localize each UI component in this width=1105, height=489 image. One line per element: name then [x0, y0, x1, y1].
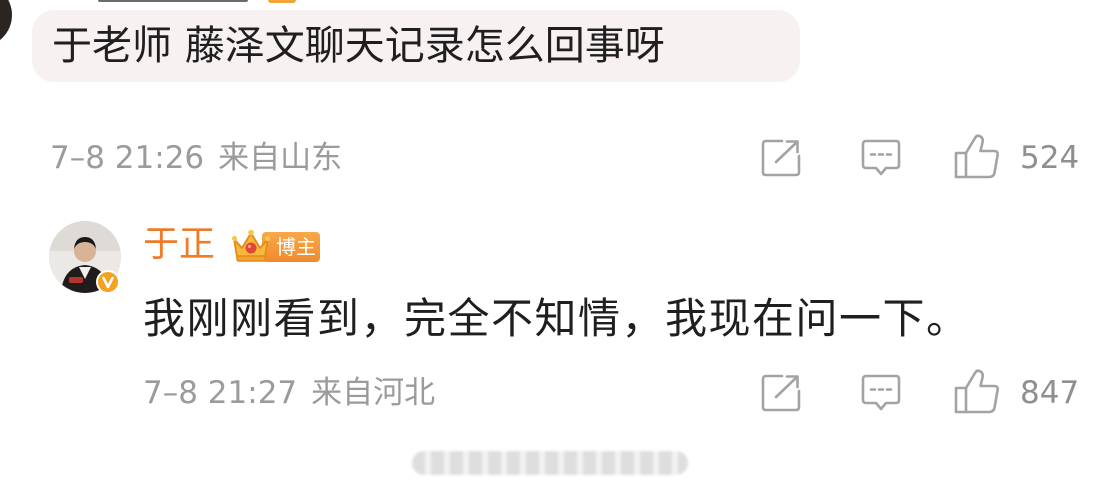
comment-share-button[interactable]	[760, 138, 802, 178]
comment-text: 于老师 藤泽文聊天记录怎么回事呀	[52, 23, 665, 69]
cropped-commenter-badge	[268, 0, 296, 3]
comment-reply-button[interactable]	[860, 138, 902, 178]
verified-badge	[95, 269, 121, 295]
crown-icon	[231, 229, 271, 262]
comment-icon	[861, 139, 901, 176]
commenter-avatar[interactable]	[0, 0, 12, 47]
reply-like-count: 847	[1020, 375, 1080, 411]
reply-reply-button[interactable]	[860, 373, 902, 413]
comment-meta: 7–8 21:26 来自山东	[50, 140, 342, 176]
reply-text: 我刚刚看到，完全不知情，我现在问一下。	[143, 294, 970, 343]
like-icon	[954, 369, 999, 414]
reply-like-button[interactable]	[953, 368, 1001, 416]
crown-badge	[231, 226, 271, 266]
watermark	[412, 451, 688, 475]
comment-icon	[861, 374, 901, 411]
comment-location: 来自山东	[218, 140, 343, 176]
cropped-commenter-name	[98, 0, 248, 2]
verified-badge-icon	[96, 270, 120, 294]
reply-share-button[interactable]	[760, 373, 802, 413]
reply-time: 7–8 21:27	[143, 375, 298, 411]
like-icon	[954, 134, 999, 179]
reply-meta: 7–8 21:27 来自河北	[143, 375, 435, 411]
share-icon	[761, 139, 801, 177]
reply-username[interactable]: 于正	[143, 225, 215, 265]
reply-location: 来自河北	[311, 375, 436, 411]
comment-like-button[interactable]	[953, 133, 1001, 181]
comment-bubble: 于老师 藤泽文聊天记录怎么回事呀	[32, 10, 800, 82]
author-badge-label: 博主	[276, 235, 316, 259]
comment-time: 7–8 21:26	[50, 140, 205, 176]
share-icon	[761, 374, 801, 412]
comment-like-count: 524	[1020, 140, 1080, 176]
